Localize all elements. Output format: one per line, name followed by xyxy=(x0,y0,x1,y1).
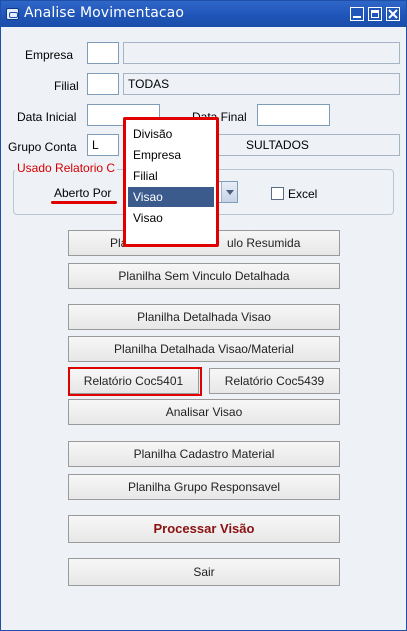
close-icon xyxy=(388,9,398,19)
empresa-name-field xyxy=(123,42,400,64)
filial-label: Filial xyxy=(54,79,79,93)
filial-code-input[interactable] xyxy=(87,73,119,95)
window-title: Analise Movimentacao xyxy=(24,5,185,21)
close-button[interactable] xyxy=(386,7,400,21)
data-inicial-label: Data Inicial xyxy=(17,110,77,124)
excel-checkbox[interactable] xyxy=(271,187,284,200)
app-icon xyxy=(6,8,19,20)
excel-label: Excel xyxy=(288,187,318,201)
chevron-down-icon[interactable] xyxy=(221,182,237,202)
title-bar[interactable]: Analise Movimentacao xyxy=(1,1,406,27)
dropdown-option-divisao[interactable]: Divisão xyxy=(128,124,214,144)
maximize-button[interactable] xyxy=(368,7,382,21)
planilha-detalhada-visao-button[interactable]: Planilha Detalhada Visao xyxy=(68,304,340,330)
planilha-grupo-responsavel-button[interactable]: Planilha Grupo Responsavel xyxy=(68,474,340,500)
aberto-por-dropdown-list: Divisão Empresa Filial Visao Visao xyxy=(123,117,219,247)
dropdown-option-empresa[interactable]: Empresa xyxy=(128,145,214,165)
relatorio-coc5439-button[interactable]: Relatório Coc5439 xyxy=(209,368,340,394)
planilha-detalhada-visao-material-button[interactable]: Planilha Detalhada Visao/Material xyxy=(68,336,340,362)
app-window: Analise Movimentacao Empresa Filial TODA… xyxy=(0,0,407,631)
report-group-legend: Usado Relatorio C xyxy=(15,161,118,175)
grupo-conta-label: Grupo Conta xyxy=(8,140,77,154)
processar-visao-button[interactable]: Processar Visão xyxy=(68,515,340,543)
dropdown-option-filial[interactable]: Filial xyxy=(128,166,214,186)
dropdown-option-visao[interactable]: Visao xyxy=(128,208,214,228)
relatorio-coc5401-button[interactable]: Relatório Coc5401 xyxy=(68,368,199,394)
sair-button[interactable]: Sair xyxy=(68,558,340,586)
dropdown-option-visao-selected[interactable]: Visao xyxy=(128,187,214,207)
planilha-cadastro-material-button[interactable]: Planilha Cadastro Material xyxy=(68,441,340,467)
minimize-button[interactable] xyxy=(350,7,364,21)
empresa-code-input[interactable] xyxy=(87,42,119,64)
aberto-por-label: Aberto Por xyxy=(54,186,112,200)
data-final-input[interactable] xyxy=(257,104,330,126)
resumida-label-right: ulo Resumida xyxy=(227,236,301,250)
analisar-visao-button[interactable]: Analisar Visao xyxy=(68,399,340,425)
annotation-underline xyxy=(51,201,117,204)
filial-name-field: TODAS xyxy=(123,73,400,95)
grupo-conta-code-input[interactable]: L xyxy=(87,134,119,156)
empresa-label: Empresa xyxy=(25,48,74,62)
planilha-sem-vinculo-detalhada-button[interactable]: Planilha Sem Vinculo Detalhada xyxy=(68,263,340,289)
